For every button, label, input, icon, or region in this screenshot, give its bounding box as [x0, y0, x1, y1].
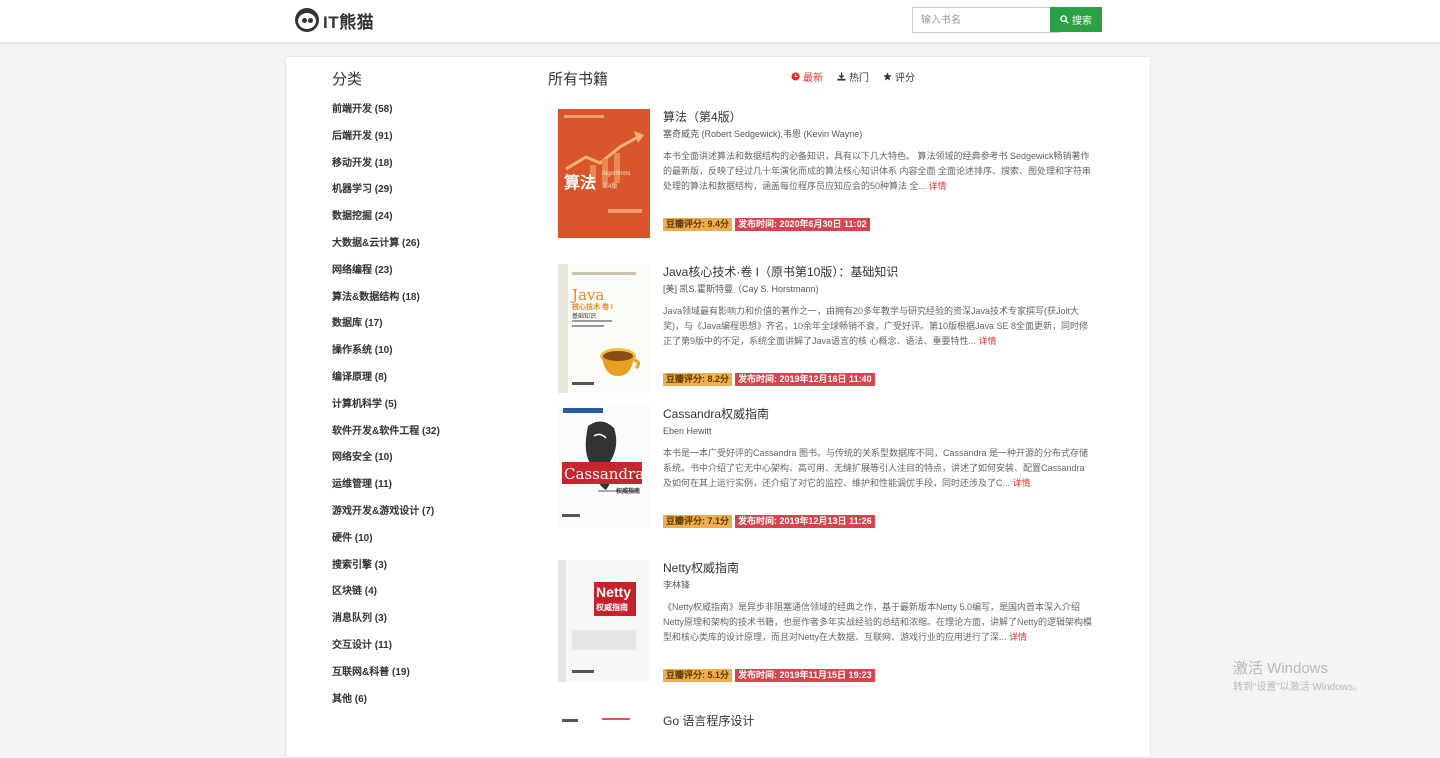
category-item[interactable]: 前端开发 (58) — [332, 101, 440, 128]
brand-name: IT熊猫 — [323, 12, 375, 32]
book-cover[interactable]: Cassandra 权威指南 — [558, 406, 650, 528]
book-search-input[interactable] — [912, 7, 1060, 33]
category-item[interactable]: 消息队列 (3) — [332, 610, 440, 637]
book-author: [美] 凯S.霍斯特曼（Cay S. Horstmann) — [663, 284, 819, 294]
category-item[interactable]: 软件开发&软件工程 (32) — [332, 423, 440, 450]
category-item[interactable]: 机器学习 (29) — [332, 181, 440, 208]
douban-score-badge: 豆瓣评分: 9.4分 — [663, 218, 733, 231]
sort-rating-label: 评分 — [895, 73, 915, 84]
watermark-title: 激活 Windows — [1233, 660, 1329, 677]
cover-title: 算法 — [564, 173, 597, 192]
cover-title: Cassandra — [564, 465, 645, 483]
sort-rating-link[interactable]: 评分 — [883, 69, 915, 84]
cover-edition: 第4版 — [602, 184, 618, 190]
book-description: Java领域最有影响力和价值的著作之一，由拥有20多年教学与研究经验的资深Jav… — [663, 306, 1089, 346]
douban-score-badge: 豆瓣评分: 7.1分 — [663, 515, 733, 528]
cover-subtitle-2: 基础知识 — [572, 314, 597, 320]
book-detail-link[interactable]: 详情 — [929, 181, 947, 191]
book-title[interactable]: 算法（第4版） — [663, 109, 1093, 125]
search-icon — [1060, 15, 1069, 24]
category-item[interactable]: 操作系统 (10) — [332, 342, 440, 369]
book-info: Netty权威指南 李林锋 《Netty权威指南》是异步非阻塞通信领域的经典之作… — [663, 560, 1093, 682]
main-panel: 分类 前端开发 (58) 后端开发 (91) 移动开发 (18) 机器学习 (2… — [285, 56, 1151, 758]
sort-popular-link[interactable]: 热门 — [837, 69, 869, 84]
cover-english-title: Algorithms — [602, 171, 631, 177]
category-item[interactable]: 游戏开发&游戏设计 (7) — [332, 503, 440, 530]
category-item[interactable]: 其他 (6) — [332, 691, 440, 718]
search-button-label: 搜索 — [1072, 16, 1092, 27]
sort-latest-label: 最新 — [803, 73, 823, 84]
category-heading: 分类 — [332, 71, 363, 88]
publish-date-badge: 发布时间: 2019年12月16日 11:40 — [735, 373, 875, 386]
book-badges: 豆瓣评分: 7.1分 发布时间: 2019年12月13日 11:26 — [663, 515, 1093, 528]
publish-date-badge: 发布时间: 2019年11月15日 19:23 — [735, 669, 875, 682]
category-item[interactable]: 数据挖掘 (24) — [332, 208, 440, 235]
cover-subtitle: 权威指南 — [596, 603, 628, 612]
book-title[interactable]: Go 语言程序设计 — [663, 713, 1093, 729]
category-item[interactable]: 编译原理 (8) — [332, 369, 440, 396]
book-info: Go 语言程序设计 — [663, 713, 1093, 729]
book-cover[interactable]: 算法 Algorithms 第4版 — [558, 109, 650, 238]
book-info: Java核心技术·卷 I（原书第10版）：基础知识 [美] 凯S.霍斯特曼（Ca… — [663, 264, 1093, 386]
book-title[interactable]: Java核心技术·卷 I（原书第10版）：基础知识 — [663, 264, 1093, 280]
sort-options: 最新 热门 评分 — [791, 69, 915, 84]
category-item[interactable]: 搜索引擎 (3) — [332, 557, 440, 584]
book-description: 《Netty权威指南》是异步非阻塞通信领域的经典之作，基于最新版本Netty 5… — [663, 602, 1093, 642]
star-icon — [883, 72, 892, 81]
watermark-subtitle: 转到“设置”以激活 Windows。 — [1233, 682, 1364, 693]
book-badges: 豆瓣评分: 5.1分 发布时间: 2019年11月15日 19:23 — [663, 669, 1093, 682]
category-item[interactable]: 互联网&科普 (19) — [332, 664, 440, 691]
category-item[interactable]: 区块链 (4) — [332, 583, 440, 610]
book-title[interactable]: Netty权威指南 — [663, 560, 1093, 576]
cover-title: Netty — [596, 584, 632, 600]
download-icon — [837, 72, 846, 81]
category-item[interactable]: 网络安全 (10) — [332, 449, 440, 476]
category-list: 前端开发 (58) 后端开发 (91) 移动开发 (18) 机器学习 (29) … — [332, 101, 440, 717]
category-item[interactable]: 大数据&云计算 (26) — [332, 235, 440, 262]
publish-date-badge: 发布时间: 2019年12月13日 11:26 — [735, 515, 875, 528]
category-item[interactable]: 网络编程 (23) — [332, 262, 440, 289]
book-description: 本书全面讲述算法和数据结构的必备知识，具有以下几大特色。 算法领域的经典参考书 … — [663, 151, 1092, 191]
book-author: Eben Hewitt — [663, 426, 712, 436]
book-detail-link[interactable]: 详情 — [1009, 632, 1027, 642]
book-badges: 豆瓣评分: 9.4分 发布时间: 2020年6月30日 11:02 — [663, 218, 1093, 231]
category-item[interactable]: 算法&数据结构 (18) — [332, 289, 440, 316]
category-item[interactable]: 移动开发 (18) — [332, 155, 440, 182]
sort-latest-link[interactable]: 最新 — [791, 69, 823, 84]
book-author: 李林锋 — [663, 580, 691, 590]
douban-score-badge: 豆瓣评分: 5.1分 — [663, 669, 733, 682]
publish-date-badge: 发布时间: 2020年6月30日 11:02 — [735, 218, 870, 231]
book-cover[interactable]: Java 核心技术 卷 I 基础知识 — [558, 264, 650, 393]
book-info: Cassandra权威指南 Eben Hewitt 本书是一本广受好评的Cass… — [663, 406, 1093, 528]
book-detail-link[interactable]: 详情 — [979, 336, 997, 346]
book-badges: 豆瓣评分: 8.2分 发布时间: 2019年12月16日 11:40 — [663, 373, 1093, 386]
sort-popular-label: 热门 — [849, 73, 869, 84]
book-info: 算法（第4版） 塞奇威克 (Robert Sedgewick),韦恩 (Kevi… — [663, 109, 1093, 231]
book-cover[interactable] — [558, 713, 650, 733]
books-heading: 所有书籍 — [548, 71, 609, 88]
book-author: 塞奇威克 (Robert Sedgewick),韦恩 (Kevin Wayne) — [663, 129, 863, 139]
category-item[interactable]: 硬件 (10) — [332, 530, 440, 557]
category-item[interactable]: 运维管理 (11) — [332, 476, 440, 503]
category-item[interactable]: 后端开发 (91) — [332, 128, 440, 155]
book-title[interactable]: Cassandra权威指南 — [663, 406, 1093, 422]
category-item[interactable]: 数据库 (17) — [332, 315, 440, 342]
book-detail-link[interactable]: 详情 — [1013, 478, 1031, 488]
douban-score-badge: 豆瓣评分: 8.2分 — [663, 373, 733, 386]
book-description: 本书是一本广受好评的Cassandra 图书。与传统的关系型数据库不同，Cass… — [663, 448, 1089, 488]
brand-logo-link[interactable]: IT熊猫 — [295, 7, 374, 33]
top-navbar: IT熊猫 搜索 — [0, 0, 1440, 43]
book-cover[interactable]: Netty 权威指南 — [558, 560, 650, 682]
category-item[interactable]: 交互设计 (11) — [332, 637, 440, 664]
category-item[interactable]: 计算机科学 (5) — [332, 396, 440, 423]
panda-logo-icon — [295, 8, 319, 32]
clock-icon — [791, 72, 800, 81]
windows-activation-watermark: 激活 Windows 转到“设置”以激活 Windows。 — [1233, 660, 1363, 695]
search-button[interactable]: 搜索 — [1050, 7, 1102, 32]
cover-subtitle: 权威指南 — [616, 489, 641, 495]
